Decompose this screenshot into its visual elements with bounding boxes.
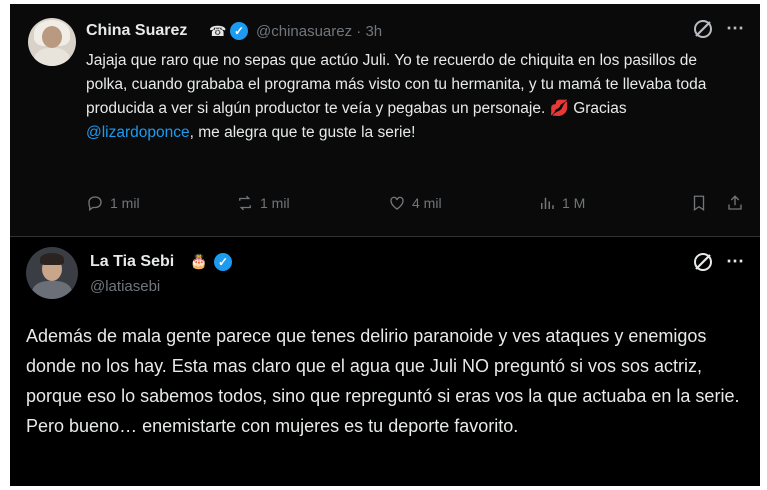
share-icon (728, 195, 742, 210)
tweet-la-tia-sebi[interactable]: La Tia Sebi 🎂 ✓ @latiasebi ⋯ Además de m… (10, 237, 760, 486)
views-chart-icon (541, 197, 554, 209)
repost-icon (239, 195, 251, 211)
tweet-text-part-b: Gracias (568, 100, 627, 117)
tweet-text: Además de mala gente parece que tenes de… (26, 326, 740, 436)
action-bar: 1 mil 1 mil 4 mil 1 M (86, 194, 746, 218)
telephone-emoji: ☎ (209, 23, 227, 39)
reply-icon (88, 196, 102, 212)
repost-count: 1 mil (260, 195, 290, 211)
tweet-text-part-c: , me alegra que te guste la serie! (189, 124, 416, 141)
reply-count: 1 mil (110, 195, 140, 211)
bookmark-icon (693, 195, 705, 212)
cake-emoji: 🎂 (190, 253, 208, 269)
tweet-china-suarez[interactable]: China Suarez ☎ ✓ @chinasuarez · 3h ⋯ Jaj… (10, 4, 760, 236)
avatar-body (34, 48, 70, 66)
more-options-icon[interactable]: ⋯ (726, 18, 745, 39)
author-handle[interactable]: @latiasebi (90, 278, 160, 295)
verified-badge-icon: ✓ (230, 22, 248, 40)
reply-button[interactable]: 1 mil (86, 194, 140, 212)
views-button[interactable]: 1 M (538, 194, 585, 212)
author-name[interactable]: La Tia Sebi (90, 253, 174, 271)
avatar[interactable] (28, 18, 76, 66)
share-button[interactable] (726, 194, 744, 212)
avatar-hair (40, 253, 64, 265)
like-button[interactable]: 4 mil (388, 194, 442, 212)
bookmark-button[interactable] (690, 194, 708, 212)
grok-icon-svg (694, 20, 712, 38)
lips-emoji: 💋 (549, 100, 569, 117)
verified-badge-icon: ✓ (214, 253, 232, 271)
avatar-body (32, 281, 72, 299)
heart-icon (390, 196, 404, 210)
repost-button[interactable]: 1 mil (236, 194, 290, 212)
grok-icon[interactable] (692, 18, 714, 45)
view-count: 1 M (562, 195, 586, 211)
mention-link[interactable]: @lizardoponce (86, 124, 190, 141)
grok-icon-svg (694, 253, 712, 271)
avatar[interactable] (26, 247, 78, 299)
author-handle-time[interactable]: @chinasuarez · 3h (256, 23, 382, 40)
grok-icon[interactable] (692, 251, 714, 278)
avatar-face (42, 26, 62, 48)
author-name[interactable]: China Suarez (86, 22, 187, 40)
more-options-icon[interactable]: ⋯ (726, 251, 745, 272)
like-count: 4 mil (412, 195, 442, 211)
screenshot-frame: China Suarez ☎ ✓ @chinasuarez · 3h ⋯ Jaj… (10, 4, 760, 486)
tweet-text: Jajaja que raro que no sepas que actúo J… (86, 49, 726, 145)
